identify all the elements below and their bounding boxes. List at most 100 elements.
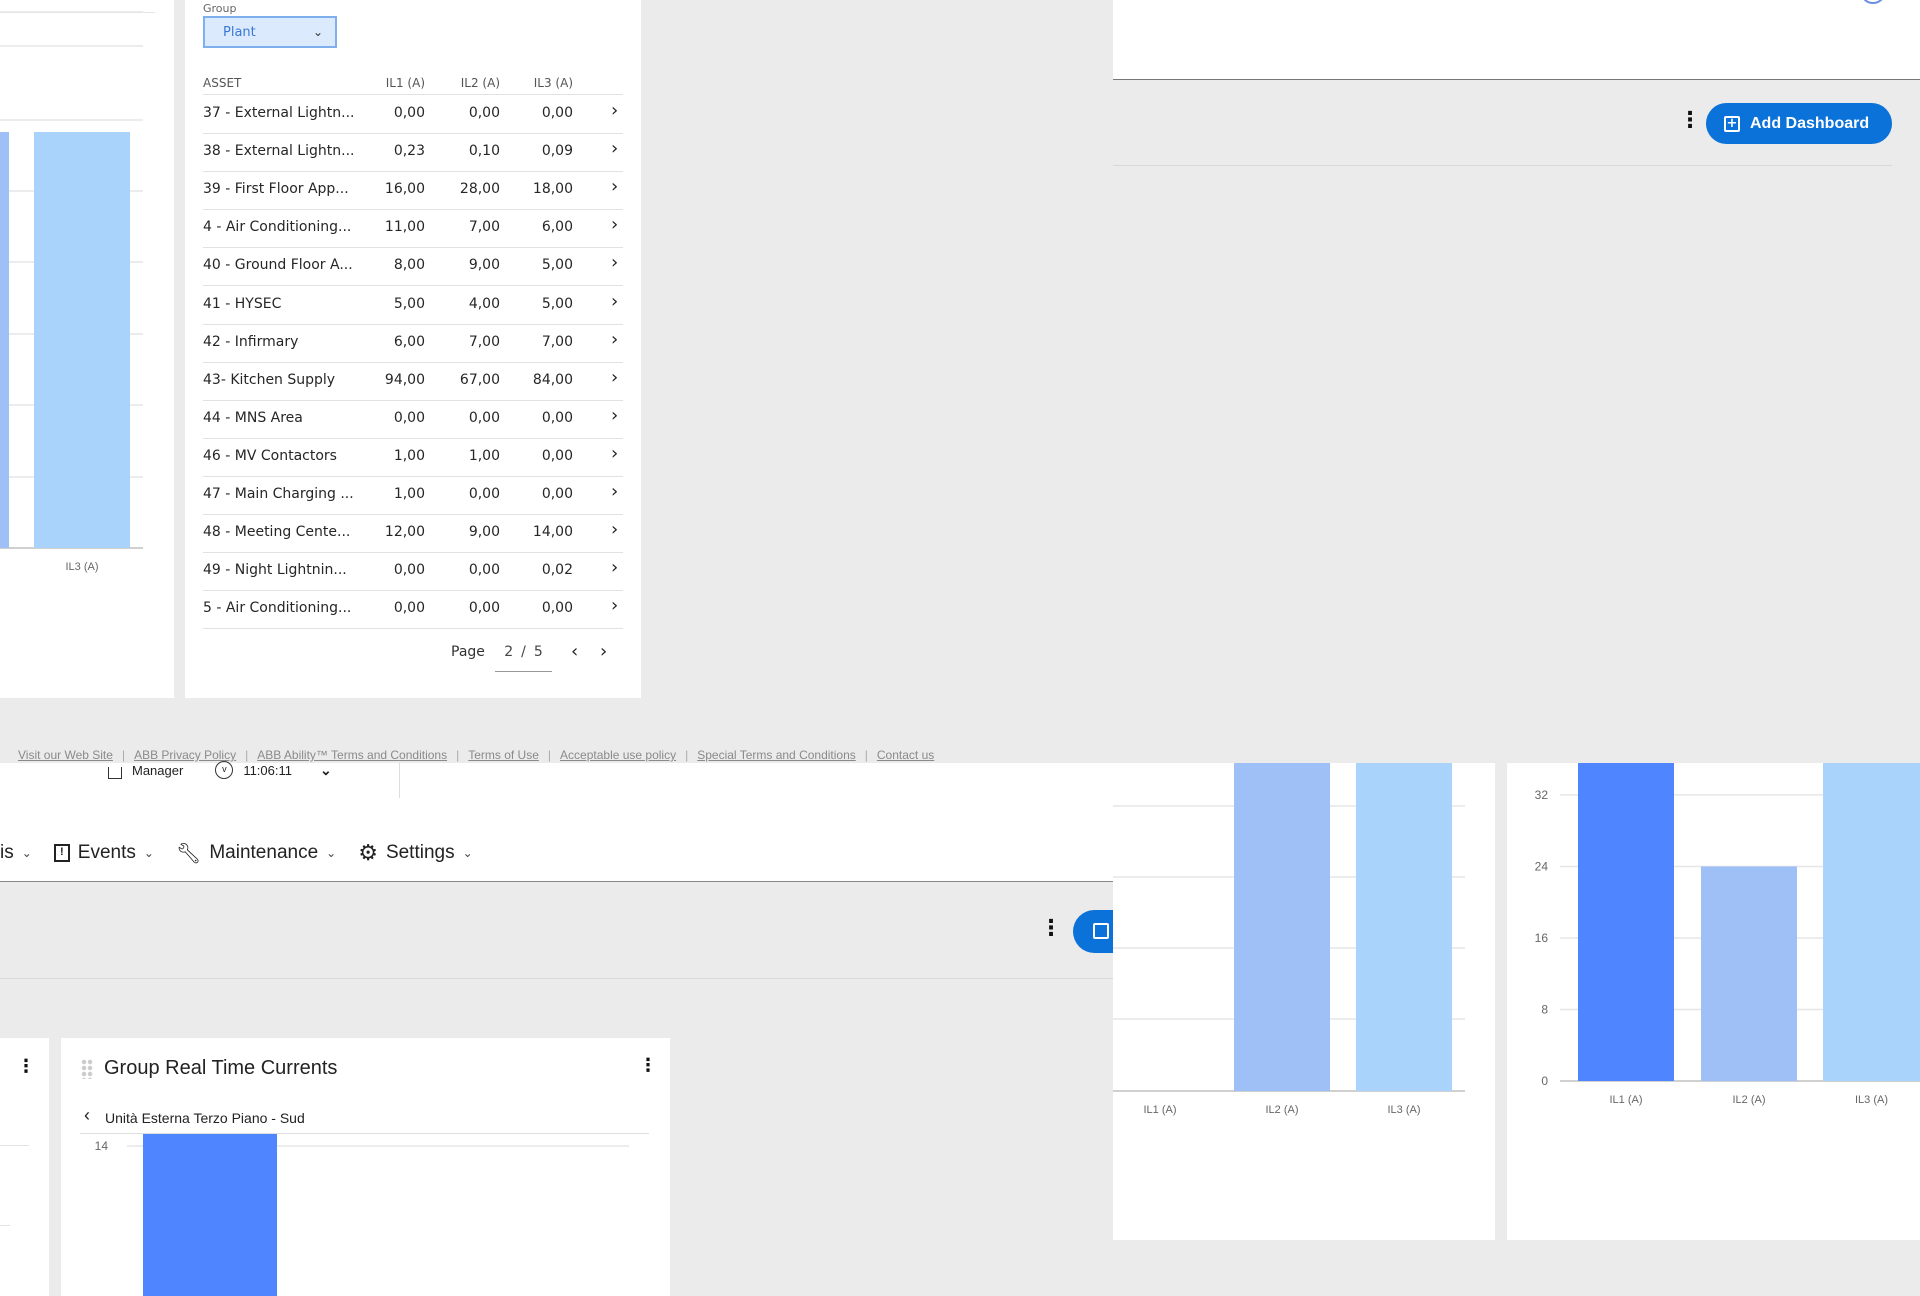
x-tick-label: IL1 (A) [1609,1094,1642,1106]
widget-card-fragment: ⋮ [0,1038,49,1296]
more-options-icon[interactable]: ⋮ [17,1058,35,1076]
current-value: 9,00 [468,257,500,274]
x-tick-label: IL1 (A) [1143,1104,1176,1116]
bar-il1 [1578,763,1674,1081]
current-value: 4,00 [468,295,500,312]
group-select[interactable]: Plant ⌄ [203,16,337,48]
app-header-fragment [1113,0,1920,80]
chart-0: IL3 (A) [0,11,143,573]
back-icon[interactable]: ‹ [84,1105,90,1126]
chevron-right-icon[interactable]: › [611,138,618,159]
footer-link[interactable]: Visit our Web Site [18,748,113,762]
y-tick-label: 24 [1535,859,1549,873]
current-value: 0,00 [393,562,425,579]
footer-link[interactable]: Terms of Use [468,748,539,762]
asset-name: 47 - Main Charging ... [203,486,354,502]
current-value: 0,09 [541,143,573,160]
more-options-icon[interactable]: ⋮ [1040,918,1062,940]
separator: | [547,748,552,762]
current-value: 5,00 [541,257,573,274]
clock-icon: v [215,761,234,779]
chevron-right-icon[interactable]: › [611,481,618,502]
current-value: 0,00 [541,600,573,617]
chevron-right-icon[interactable]: › [611,329,618,350]
current-value: 9,00 [468,524,500,541]
chevron-down-icon[interactable]: ⌄ [320,762,332,779]
column-header: IL1 (A) [385,76,425,90]
current-value: 67,00 [459,371,500,388]
chevron-right-icon[interactable]: › [611,443,618,464]
footer-link[interactable]: Acceptable use policy [560,748,676,762]
wrench-icon: 🔧︎ [175,842,202,865]
more-options-icon[interactable]: ⋮ [1679,110,1701,132]
x-tick-label: IL2 (A) [1732,1094,1765,1106]
current-value: 0,00 [393,600,425,617]
asset-name: 4 - Air Conditioning... [203,219,352,236]
chevron-right-icon[interactable]: › [611,214,618,235]
current-value: 14,00 [532,524,573,541]
chevron-down-icon: ⌄ [312,25,323,39]
divider [203,628,623,630]
add-dashboard-button[interactable]: + Add Dashboard [1706,103,1892,144]
group-label: Group [203,2,237,15]
nav-label: Settings [385,842,455,863]
chevron-down-icon: ⌄ [21,846,32,860]
footer-link[interactable]: ABB Ability™ Terms and Conditions [257,748,447,762]
bar-partial [0,132,9,548]
current-value: 5,00 [393,295,425,312]
current-value: 1,00 [393,486,425,502]
nav-item-settings[interactable]: ⚙ Settings ⌄ [358,840,472,866]
x-tick-label: IL2 (A) [1265,1104,1298,1116]
separator: | [245,748,249,762]
current-value: 0,00 [468,486,500,502]
x-tick-label: IL3 (A) [1387,1104,1420,1116]
user-info[interactable]: Manager v 11:06:11 ⌄ [108,761,332,779]
chevron-right-icon[interactable]: › [611,252,618,273]
nav-item-maintenance[interactable]: 🔧︎ Maintenance ⌄ [176,840,336,866]
add-dashboard-icon: + [1724,115,1740,132]
main-nav: is ⌄ ! Events ⌄ 🔧︎ Maintenance ⌄ ⚙ Settings ⌄ [0,840,473,866]
chevron-right-icon[interactable]: › [611,291,618,312]
asset-name: 39 - First Floor App... [203,181,349,198]
chevron-right-icon[interactable]: › [611,405,618,426]
chart-3: 0 8 16 24 32 IL1 (A) IL2 (A) IL3 (A) [1535,763,1920,1106]
more-options-icon[interactable]: ⋮ [639,1057,657,1075]
bar-il2 [1234,763,1330,1091]
asset-name: 5 - Air Conditioning... [203,600,352,617]
next-page-button[interactable]: › [600,641,607,662]
add-dashboard-icon [1093,923,1109,939]
current-value: 94,00 [384,371,425,388]
widget-breadcrumb: Unità Esterna Terzo Piano - Sud [105,1110,305,1126]
divider [1113,165,1892,166]
current-value: 0,23 [393,143,425,160]
chevron-right-icon[interactable]: › [611,557,618,578]
x-tick-label: IL3 (A) [65,561,98,573]
chevron-right-icon[interactable]: › [611,100,618,121]
chevron-right-icon[interactable]: › [611,519,618,540]
footer-link[interactable]: Contact us [877,748,934,762]
nav-item-analysis[interactable]: is ⌄ [0,840,32,866]
current-value: 0,00 [468,105,500,121]
current-value: 12,00 [384,524,425,541]
current-value: 0,00 [468,600,500,617]
column-header: IL3 (A) [533,76,573,90]
avatar[interactable] [1860,0,1886,4]
asset-name: 48 - Meeting Cente... [203,524,351,541]
y-tick-label: 0 [1541,1074,1548,1088]
footer-link[interactable]: ABB Privacy Policy [134,748,236,762]
nav-item-events[interactable]: ! Events ⌄ [53,840,154,866]
chevron-right-icon[interactable]: › [611,176,618,197]
page-input[interactable]: 2 / 5 [495,644,552,672]
footer-link[interactable]: Special Terms and Conditions [697,748,856,762]
asset-name: 40 - Ground Floor A... [203,257,353,274]
current-value: 6,00 [541,219,573,236]
page-separator: / [521,644,526,660]
divider [0,1145,29,1146]
group-select-value: Plant [223,24,256,40]
current-value: 11,00 [384,219,425,236]
prev-page-button[interactable]: ‹ [571,641,578,662]
chevron-right-icon[interactable]: › [611,367,618,388]
drag-handle-icon[interactable] [81,1059,93,1079]
chevron-right-icon[interactable]: › [611,595,618,616]
asset-name: 46 - MV Contactors [203,447,337,464]
